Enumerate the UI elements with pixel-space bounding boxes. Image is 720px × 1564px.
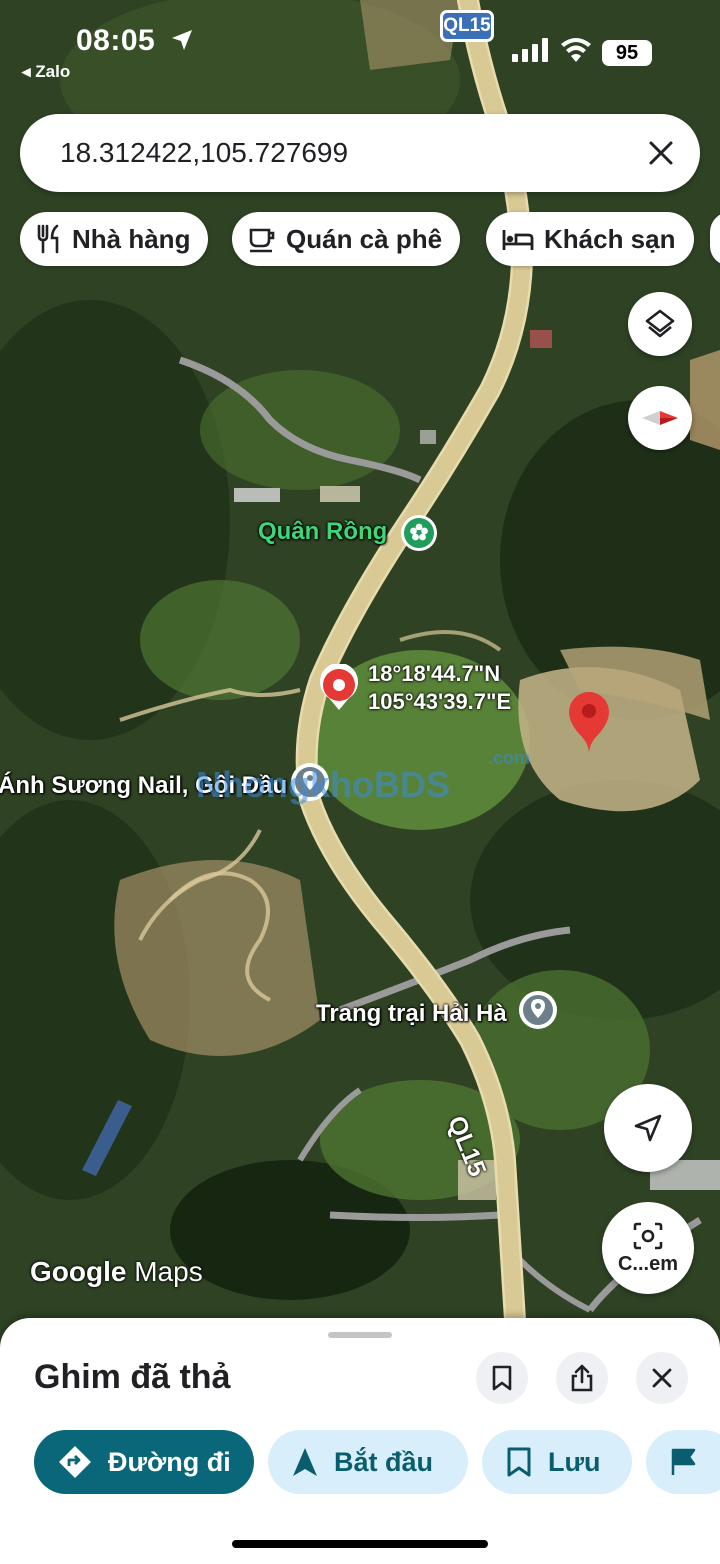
sheet-title: Ghim đã thả (34, 1358, 231, 1396)
watermark-text: NhongkhoBDS (196, 764, 450, 805)
dropped-pin-icon[interactable] (566, 690, 612, 754)
close-icon (652, 1368, 672, 1388)
lens-label: C...em (617, 1252, 679, 1275)
bookmark-icon (507, 1447, 531, 1477)
search-bar[interactable] (20, 114, 700, 192)
coordinate-label: 18°18'44.7"N 105°43'39.7"E (368, 660, 511, 716)
compass-icon (642, 411, 678, 425)
my-location-button[interactable] (604, 1084, 692, 1172)
bookmark-icon (492, 1365, 512, 1391)
lens-button[interactable]: C...em (602, 1202, 694, 1294)
place-marker-icon[interactable] (518, 990, 558, 1036)
flag-icon (671, 1448, 696, 1475)
chip-hotels[interactable]: Khách sạn (486, 212, 694, 266)
drag-handle[interactable] (328, 1332, 392, 1338)
status-bar: 08:05 ◂ Zalo 95 (0, 0, 720, 100)
save-button[interactable]: Lưu (482, 1430, 632, 1494)
place-label-quan-rong[interactable]: Quân Rồng (258, 518, 387, 546)
layers-icon (645, 309, 675, 338)
directions-icon (59, 1446, 91, 1478)
close-icon[interactable] (646, 138, 676, 168)
park-marker-icon[interactable] (400, 514, 438, 552)
signal-icon (512, 38, 548, 62)
label-button[interactable] (646, 1430, 720, 1494)
chip-restaurants[interactable]: Nhà hàng (20, 212, 209, 266)
place-label-trang-trai[interactable]: Trang trại Hải Hà (316, 1000, 507, 1028)
maps-logo-text: Maps (134, 1256, 203, 1287)
longitude-text: 105°43'39.7"E (368, 689, 512, 714)
location-arrow-icon (172, 30, 192, 50)
google-logo-text: Google (30, 1256, 127, 1287)
chip-more[interactable] (710, 212, 720, 266)
battery-indicator: 95 (602, 40, 652, 66)
search-input[interactable] (60, 132, 620, 174)
directions-button[interactable]: Đường đi (34, 1430, 254, 1494)
compass-button[interactable] (628, 386, 692, 450)
action-label: Lưu (548, 1446, 601, 1477)
navigation-icon (293, 1448, 317, 1476)
coffee-cup-icon (249, 228, 275, 253)
coordinate-marker-icon[interactable] (318, 664, 360, 712)
chip-label: Khách sạn (544, 223, 676, 254)
share-button[interactable] (556, 1352, 608, 1404)
action-label: Bắt đầu (334, 1446, 434, 1477)
layers-button[interactable] (628, 292, 692, 356)
fork-knife-icon (37, 224, 59, 254)
start-button[interactable]: Bắt đầu (268, 1430, 468, 1494)
category-chips: Nhà hàng Quán cà phê Khách sạn (20, 212, 720, 266)
latitude-text: 18°18'44.7"N (368, 661, 501, 686)
share-icon (571, 1364, 593, 1392)
watermark: NhongkhoBDS .com (196, 748, 530, 806)
navigation-arrow-icon (634, 1114, 662, 1142)
action-label: Đường đi (108, 1446, 231, 1477)
home-indicator[interactable] (232, 1540, 488, 1548)
watermark-com: .com (488, 748, 531, 768)
chip-label: Quán cà phê (286, 223, 443, 254)
status-time: 08:05 (76, 24, 156, 57)
chip-label: Nhà hàng (72, 223, 191, 254)
chip-cafes[interactable]: Quán cà phê (232, 212, 461, 266)
bottom-sheet[interactable]: Ghim đã thả Đường đi Bắt đầu Lưu (0, 1318, 720, 1564)
save-icon-button[interactable] (476, 1352, 528, 1404)
google-maps-logo: Google Maps (30, 1256, 203, 1288)
wifi-icon (561, 38, 591, 62)
bed-icon (502, 230, 534, 250)
camera-lens-icon (633, 1222, 663, 1249)
back-to-app[interactable]: ◂ Zalo (22, 62, 70, 82)
close-sheet-button[interactable] (636, 1352, 688, 1404)
